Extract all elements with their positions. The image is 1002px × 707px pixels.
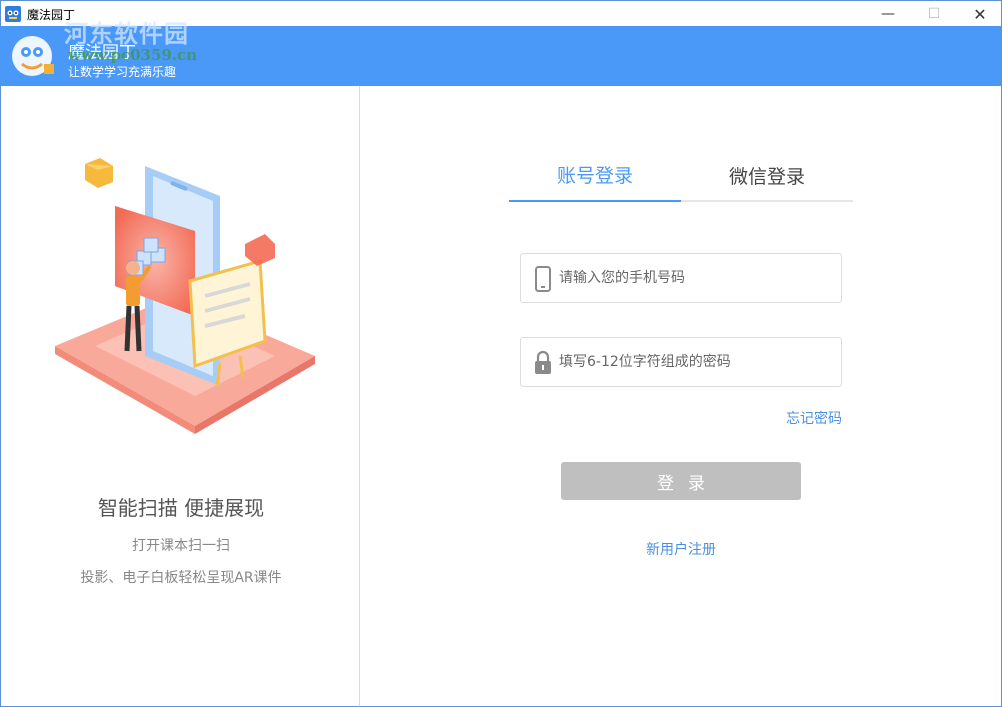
phone-field[interactable]: [520, 253, 842, 303]
phone-icon: [535, 266, 551, 292]
forgot-password-link[interactable]: 忘记密码: [760, 408, 842, 428]
close-button[interactable]: ✕: [957, 1, 1002, 27]
password-field[interactable]: [520, 337, 842, 387]
app-slogan: 让数学学习充满乐趣: [68, 65, 177, 79]
tab-account-login[interactable]: 账号登录: [509, 148, 681, 202]
feature-title: 智能扫描 便捷展现: [97, 496, 265, 520]
phone-input[interactable]: [559, 254, 837, 302]
login-button[interactable]: 登录: [561, 462, 801, 500]
register-link[interactable]: 新用户注册: [360, 539, 1002, 559]
password-input[interactable]: [559, 338, 837, 386]
app-header: 河东软件园 魔法园丁 www.pc0359.cn 让数学学习充满乐趣: [0, 19, 1002, 86]
ar-scan-illustration: [55, 158, 315, 434]
minimize-button[interactable]: —: [865, 1, 911, 27]
login-tabs: 账号登录 微信登录: [509, 148, 853, 202]
maximize-button[interactable]: ☐: [911, 1, 957, 27]
watermark-url: www.pc0359.cn: [68, 46, 198, 64]
lock-icon: [535, 350, 551, 374]
feature-description-2: 投影、电子白板轻松呈现AR课件: [80, 570, 282, 586]
app-logo: [12, 36, 54, 76]
app-icon: [5, 6, 21, 22]
feature-description-1: 打开课本扫一扫: [132, 538, 230, 554]
promo-panel: 智能扫描 便捷展现 打开课本扫一扫 投影、电子白板轻松呈现AR课件: [0, 86, 360, 707]
tab-wechat-login[interactable]: 微信登录: [681, 148, 853, 202]
login-panel: 账号登录 微信登录 忘记密码 登录 新用户注册: [360, 86, 1002, 707]
